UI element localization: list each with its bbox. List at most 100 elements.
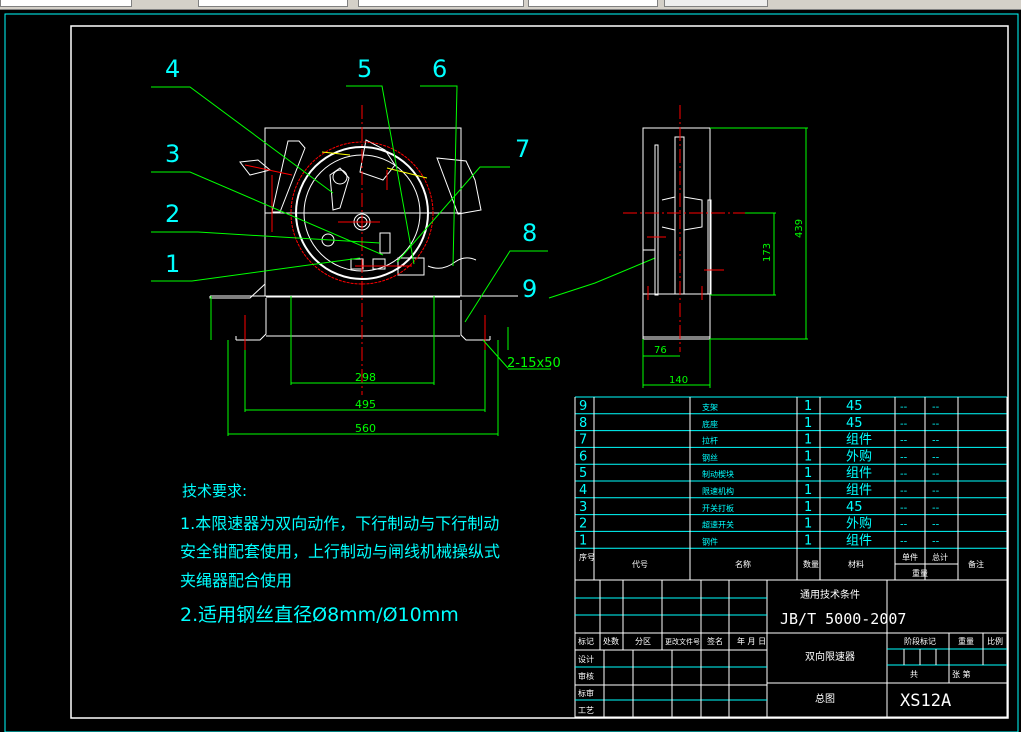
bom-cell-unit: -- (900, 452, 908, 463)
drawing-number: XS12A (900, 691, 951, 711)
layer-dropdown[interactable] (198, 0, 348, 7)
front-dimension-labels: 298 495 560 2-15x50 (355, 356, 561, 435)
leader-label-8: 8 (522, 219, 537, 247)
leader-label-6: 6 (432, 55, 447, 83)
bom-cell-total: -- (932, 452, 940, 463)
color-dropdown[interactable] (358, 0, 524, 7)
bom-cell-unit: -- (900, 402, 908, 413)
bom-cell-qty: 1 (804, 533, 812, 548)
bom-header-unit: 单件 (902, 552, 918, 562)
bom-row: 3 开关打板 1 45 -- -- (579, 500, 940, 515)
bom-header-remark: 备注 (968, 559, 984, 569)
dim-76: 76 (654, 345, 667, 356)
role-process: 工艺 (578, 706, 594, 715)
bom-row: 1 钢件 1 组件 -- -- (579, 533, 940, 548)
bom-cell-no: 9 (579, 399, 587, 414)
side-dimension-labels: 173 439 76 140 (654, 219, 805, 386)
bom-cell-unit: -- (900, 503, 908, 514)
bom-header-name: 名称 (735, 559, 751, 569)
leader-label-2: 2 (165, 200, 180, 228)
sheet-label: 张 第 (952, 669, 971, 679)
bom-cell-material: 外购 (846, 448, 872, 464)
bom-cell-total: -- (932, 536, 940, 547)
bom-cell-material: 组件 (846, 533, 872, 548)
notes-line-1: 1.本限速器为双向动作，下行制动与下行制动 (180, 514, 499, 533)
bom-cell-name: 钢丝 (702, 452, 718, 462)
bom-row: 8 底座 1 45 -- -- (579, 416, 940, 431)
bom-row: 7 拉杆 1 组件 -- -- (579, 433, 940, 448)
label-date: 年 月 日 (737, 636, 766, 646)
bom-cell-material: 组件 (846, 483, 872, 498)
dim-560: 560 (355, 422, 376, 435)
bom-header-weight: 重量 (912, 568, 928, 578)
bom-row: 2 超速开关 1 外购 -- -- (579, 516, 940, 532)
bom-cell-qty: 1 (804, 466, 812, 481)
bom-row: 9 支架 1 45 -- -- (579, 399, 940, 414)
role-standard: 标审 (578, 688, 594, 698)
bom-cell-material: 45 (846, 500, 863, 515)
bom-cell-qty: 1 (804, 416, 812, 431)
toolbar (0, 0, 1021, 10)
notes-line-3: 夹绳器配合使用 (180, 571, 292, 590)
bom-cell-no: 7 (579, 433, 587, 448)
label-change-doc: 更改文件号 (665, 637, 700, 646)
label-signature: 签名 (707, 636, 723, 646)
bom-cell-name: 拉杆 (702, 436, 718, 446)
bom-cell-no: 1 (579, 533, 587, 548)
bom-cell-total: -- (932, 486, 940, 497)
dim-holes: 2-15x50 (507, 356, 561, 371)
bom-cell-qty: 1 (804, 399, 812, 414)
bom-cell-qty: 1 (804, 483, 812, 498)
linetype-dropdown[interactable] (528, 0, 658, 7)
bom-cell-qty: 1 (804, 449, 812, 464)
bom-cell-material: 组件 (846, 466, 872, 481)
leader-lines (151, 85, 656, 323)
bom-cell-name: 支架 (702, 402, 718, 412)
label-mark: 标记 (578, 636, 594, 646)
bom-cell-no: 8 (579, 416, 587, 431)
product-name: 双向限速器 (805, 650, 855, 663)
bom-cell-total: -- (932, 436, 940, 447)
front-view-red (244, 105, 486, 395)
notes-line-4: 2.适用钢丝直径Ø8mm/Ø10mm (180, 604, 459, 626)
leader-label-1: 1 (165, 250, 180, 278)
bom-cell-total: -- (932, 402, 940, 413)
leader-label-3: 3 (165, 140, 180, 168)
bom-cell-material: 外购 (846, 516, 872, 532)
bom-cell-qty: 1 (804, 500, 812, 515)
bom-cell-unit: -- (900, 520, 908, 531)
role-review: 审核 (578, 671, 594, 681)
label-zone: 分区 (635, 637, 651, 646)
technical-notes: 技术要求: 1.本限速器为双向动作，下行制动与下行制动 安全钳配套使用，上行制动… (180, 482, 500, 626)
drawing-type: 总图 (815, 692, 835, 705)
bom-cell-unit: -- (900, 536, 908, 547)
notes-title: 技术要求: (182, 482, 247, 500)
leader-label-9: 9 (522, 275, 537, 303)
bom-cell-material: 组件 (846, 433, 872, 448)
scale-label: 比例 (987, 636, 1003, 646)
bom-cell-name: 开关打板 (702, 503, 734, 513)
notes-line-2: 安全钳配套使用，上行制动与闸线机械操纵式 (180, 542, 500, 561)
toolbar-field[interactable] (0, 0, 132, 7)
leader-label-7: 7 (515, 135, 530, 163)
bom-cell-name: 制动楔块 (702, 469, 734, 479)
bom-cell-total: -- (932, 503, 940, 514)
bom-header-qty: 数量 (803, 559, 819, 569)
front-dimensions (210, 296, 551, 436)
lineweight-dropdown[interactable] (664, 0, 768, 7)
dim-298: 298 (355, 371, 376, 384)
bom-cell-unit: -- (900, 469, 908, 480)
drawing-canvas[interactable]: 4 5 6 3 7 2 8 1 9 298 495 560 2-15x50 17… (0, 10, 1021, 732)
dim-439: 439 (794, 219, 805, 238)
front-view (209, 127, 518, 341)
standard-number: JB/T 5000-2007 (780, 610, 906, 628)
stage-label: 阶段标记 (904, 636, 936, 646)
bom-row: 4 限速机构 1 组件 -- -- (579, 483, 940, 498)
bom-cell-qty: 1 (804, 517, 812, 532)
bom-cell-material: 45 (846, 416, 863, 431)
sheets-label: 共 (910, 670, 918, 679)
bom-header-code: 代号 (632, 559, 648, 569)
bom-header-no: 序号 (579, 552, 595, 562)
label-count: 处数 (603, 636, 619, 646)
dim-140: 140 (669, 375, 688, 386)
